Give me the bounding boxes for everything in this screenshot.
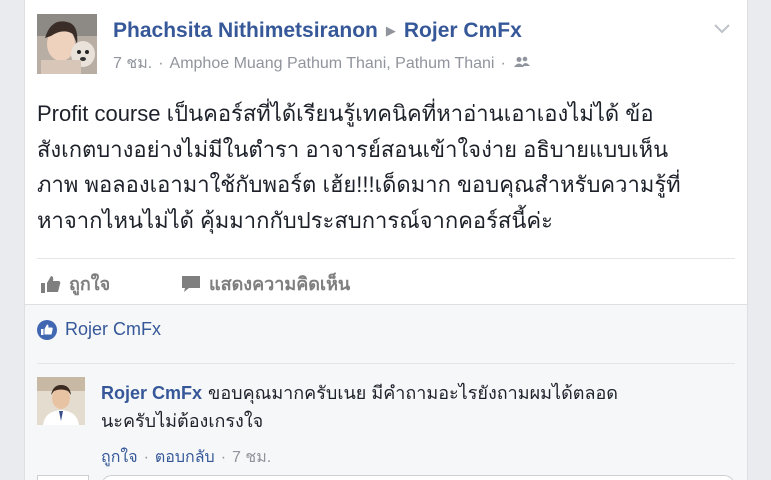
post-target-name[interactable]: Rojer CmFx: [404, 19, 522, 42]
reply-avatar-placeholder: [37, 475, 89, 480]
comment-bubble-icon: [182, 275, 200, 292]
comment-like-link[interactable]: ถูกใจ: [101, 449, 138, 466]
like-badge-icon: [37, 319, 57, 340]
post-time[interactable]: 7 ชม.: [113, 55, 152, 72]
meta-separator: ·: [500, 55, 506, 73]
post-card: Phachsita Nithimetsiranon ▶ Rojer CmFx 7 ช…: [24, 0, 748, 480]
commenter-avatar[interactable]: [37, 377, 85, 425]
likes-summary[interactable]: Rojer CmFx: [37, 319, 161, 340]
post-header: Phachsita Nithimetsiranon ▶ Rojer CmFx 7 ช…: [37, 14, 735, 84]
meta-separator: ·: [220, 449, 227, 466]
comment-button[interactable]: แสดงความคิดเห็น: [181, 269, 350, 298]
reply-input[interactable]: [101, 475, 735, 480]
chevron-down-icon[interactable]: [713, 22, 731, 34]
comment-author[interactable]: Rojer CmFx: [101, 383, 202, 403]
liker-name[interactable]: Rojer CmFx: [65, 319, 161, 340]
divider: [37, 258, 735, 259]
post-author-line: Phachsita Nithimetsiranon ▶ Rojer CmFx: [113, 18, 522, 46]
comment-text: ขอบคุณมากครับเนย มีคำถามอะไรยังถามผมได้ต…: [208, 383, 618, 403]
author-avatar-image: [37, 14, 97, 74]
post-location[interactable]: Amphoe Muang Pathum Thani, Pathum Thani: [170, 55, 495, 72]
divider: [37, 363, 735, 364]
comment-time[interactable]: 7 ชม.: [232, 449, 271, 466]
post-actions: ถูกใจ แสดงความคิดเห็น: [37, 265, 735, 301]
author-avatar[interactable]: [37, 14, 97, 74]
meta-separator: ·: [158, 55, 164, 73]
like-button[interactable]: ถูกใจ: [41, 269, 110, 298]
comment-body: Rojer CmFx ขอบคุณมากครับเนย มีคำถามอะไรยั…: [101, 379, 721, 435]
post-text: Profit course เป็นคอร์สที่ได้เรียนรู้เทค…: [37, 96, 727, 238]
arrow-right-icon: ▶: [385, 23, 396, 38]
friends-icon[interactable]: [513, 54, 530, 74]
post-text-line: Profit course เป็นคอร์สที่ได้เรียนรู้เทค…: [37, 101, 654, 126]
post-meta: 7 ชม. · Amphoe Muang Pathum Thani, Pathum …: [113, 54, 530, 74]
comment-line-2: นะครับไม่ต้องเกรงใจ: [101, 411, 264, 431]
comment-reply-link[interactable]: ตอบกลับ: [155, 449, 215, 466]
commenter-avatar-image: [37, 377, 85, 425]
like-thumb-icon: [41, 275, 61, 293]
post-author-name[interactable]: Phachsita Nithimetsiranon: [113, 19, 378, 42]
comments-section: Rojer CmFx Rojer CmFx ขอบคุณมากครับเนย มี…: [25, 304, 747, 480]
post-text-line: สังเกตบางอย่างไม่มีในตำรา อาจารย์สอนเข้า…: [37, 136, 669, 162]
comment-button-label: แสดงความคิดเห็น: [209, 274, 351, 294]
post-text-line: หาจากไหนไม่ได้ คุ้มมากกับประสบการณ์จากคอ…: [37, 207, 553, 233]
like-button-label: ถูกใจ: [69, 274, 111, 294]
comment-meta: ถูกใจ · ตอบกลับ · 7 ชม.: [101, 445, 271, 470]
meta-separator: ·: [143, 449, 149, 466]
comment-line-1: Rojer CmFx ขอบคุณมากครับเนย มีคำถามอะไรยั…: [101, 379, 721, 407]
post-text-line: ภาพ พอลองเอามาใช้กับพอร์ต เฮ้ย!!!เด็ดมาก…: [37, 172, 681, 197]
